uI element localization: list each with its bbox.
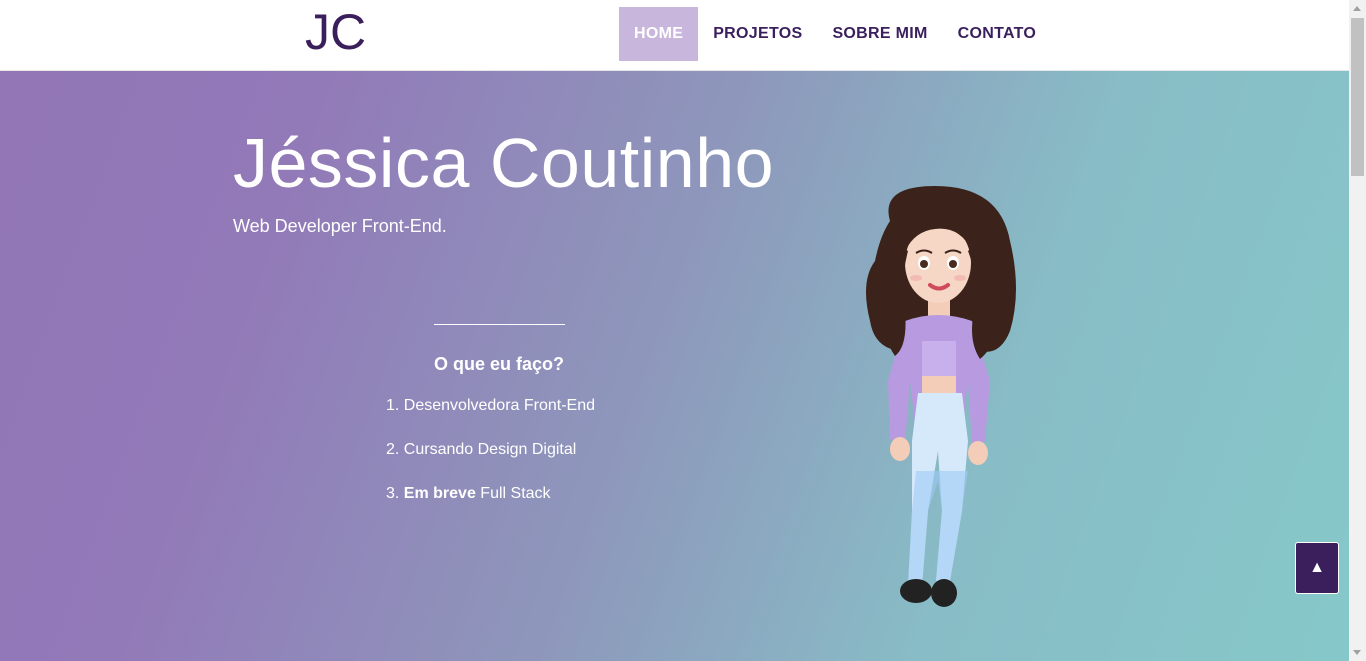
list-item: 2. Cursando Design Digital bbox=[386, 440, 595, 484]
list-item: 3. Em breve Full Stack bbox=[386, 484, 595, 528]
scroll-down-icon[interactable] bbox=[1353, 650, 1361, 655]
list-item: 1. Desenvolvedora Front-End bbox=[386, 396, 595, 440]
back-to-top-button[interactable]: ▲ bbox=[1295, 542, 1339, 594]
logo[interactable]: JC bbox=[305, 4, 366, 60]
item-text: Cursando Design Digital bbox=[403, 441, 577, 458]
nav-sobre-mim[interactable]: SOBRE MIM bbox=[817, 7, 942, 61]
site-header: JC HOME PROJETOS SOBRE MIM CONTATO bbox=[0, 0, 1349, 71]
divider bbox=[434, 324, 565, 325]
main-nav: HOME PROJETOS SOBRE MIM CONTATO bbox=[619, 7, 1051, 61]
scroll-up-icon[interactable] bbox=[1353, 6, 1361, 11]
avatar-illustration bbox=[866, 186, 1016, 607]
scrollbar[interactable] bbox=[1349, 0, 1366, 661]
item-text: Desenvolvedora Front-End bbox=[403, 397, 596, 414]
what-i-do-heading: O que eu faço? bbox=[434, 354, 565, 374]
item-text: Full Stack bbox=[475, 485, 551, 502]
item-number: 2. bbox=[386, 441, 400, 458]
nav-projetos[interactable]: PROJETOS bbox=[698, 7, 817, 61]
item-bold: Em breve bbox=[403, 485, 476, 502]
hero-title: Jéssica Coutinho bbox=[233, 124, 775, 202]
nav-contato[interactable]: CONTATO bbox=[943, 7, 1052, 61]
scroll-thumb[interactable] bbox=[1351, 18, 1364, 176]
item-number: 3. bbox=[386, 485, 400, 502]
hero-section: Jéssica Coutinho Web Developer Front-End… bbox=[0, 71, 1349, 661]
hero-subtitle: Web Developer Front-End. bbox=[233, 216, 447, 236]
item-number: 1. bbox=[386, 397, 400, 414]
skills-list: 1. Desenvolvedora Front-End 2. Cursando … bbox=[386, 396, 595, 528]
triangle-up-icon: ▲ bbox=[1309, 559, 1325, 576]
nav-home[interactable]: HOME bbox=[619, 7, 699, 61]
